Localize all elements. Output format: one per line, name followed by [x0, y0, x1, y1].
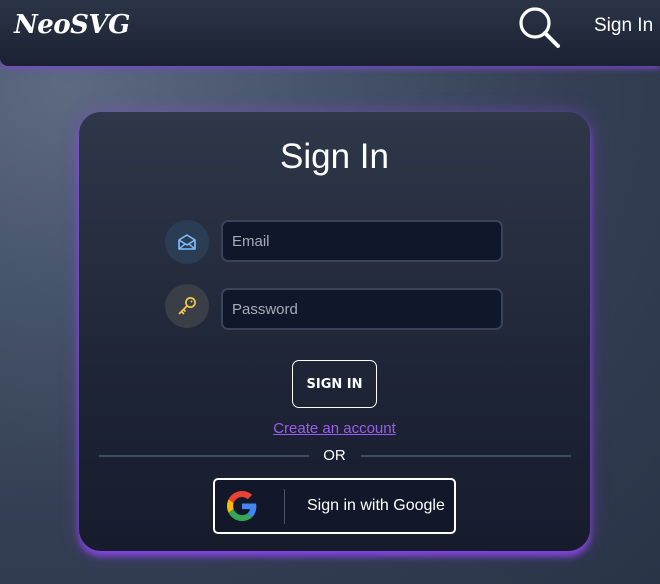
- google-button-separator: [284, 489, 285, 524]
- sign-in-card: Sign In SIGN IN Create an account OR Sig…: [79, 112, 590, 551]
- password-field[interactable]: [221, 288, 503, 330]
- sign-in-button[interactable]: SIGN IN: [292, 360, 377, 408]
- top-navbar: NeoSVG Sign In: [0, 0, 660, 66]
- card-title: Sign In: [280, 137, 389, 176]
- search-icon[interactable]: [516, 5, 562, 51]
- envelope-icon: [165, 220, 209, 264]
- google-button-label: Sign in with Google: [307, 497, 445, 514]
- header-sign-in-link[interactable]: Sign In: [594, 15, 653, 37]
- create-account-link[interactable]: Create an account: [79, 420, 590, 437]
- google-icon: [227, 491, 257, 521]
- email-field[interactable]: [221, 220, 503, 262]
- google-sign-in-button[interactable]: Sign in with Google: [213, 478, 456, 534]
- divider-right: [361, 455, 571, 457]
- brand-logo[interactable]: NeoSVG: [14, 10, 130, 40]
- key-icon: [165, 284, 209, 328]
